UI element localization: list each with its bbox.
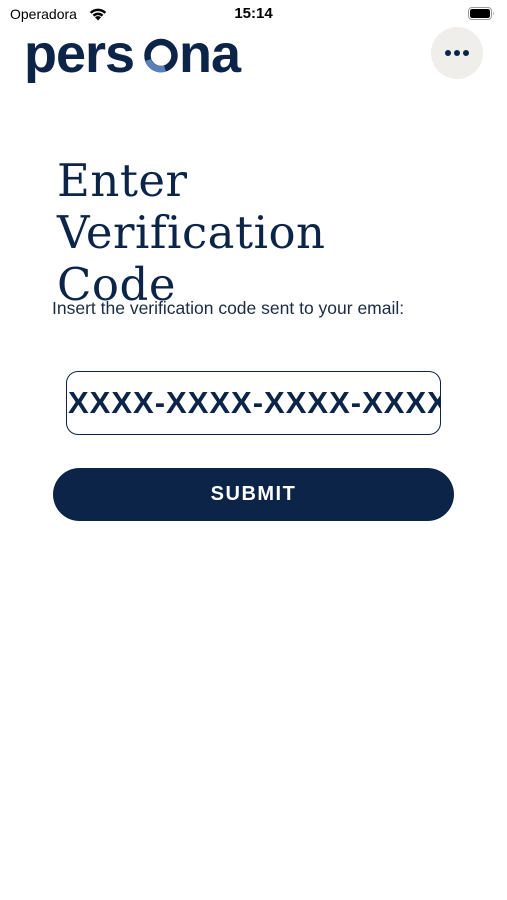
instructions-text: Insert the verification code sent to you… bbox=[52, 298, 405, 318]
status-time: 15:14 bbox=[234, 5, 273, 22]
battery-icon bbox=[468, 7, 494, 20]
svg-text:na: na bbox=[179, 24, 242, 84]
persona-logo: pers na bbox=[24, 24, 243, 84]
submit-button[interactable]: SUBMIT bbox=[53, 468, 454, 521]
svg-text:pers: pers bbox=[24, 24, 134, 84]
verification-code-input[interactable] bbox=[67, 372, 440, 434]
logo-o-ring bbox=[144, 38, 178, 73]
code-input-container bbox=[66, 371, 441, 435]
more-horizontal-icon bbox=[445, 50, 469, 56]
page-title: Enter Verification Code bbox=[57, 154, 326, 311]
more-options-button[interactable] bbox=[431, 27, 483, 79]
